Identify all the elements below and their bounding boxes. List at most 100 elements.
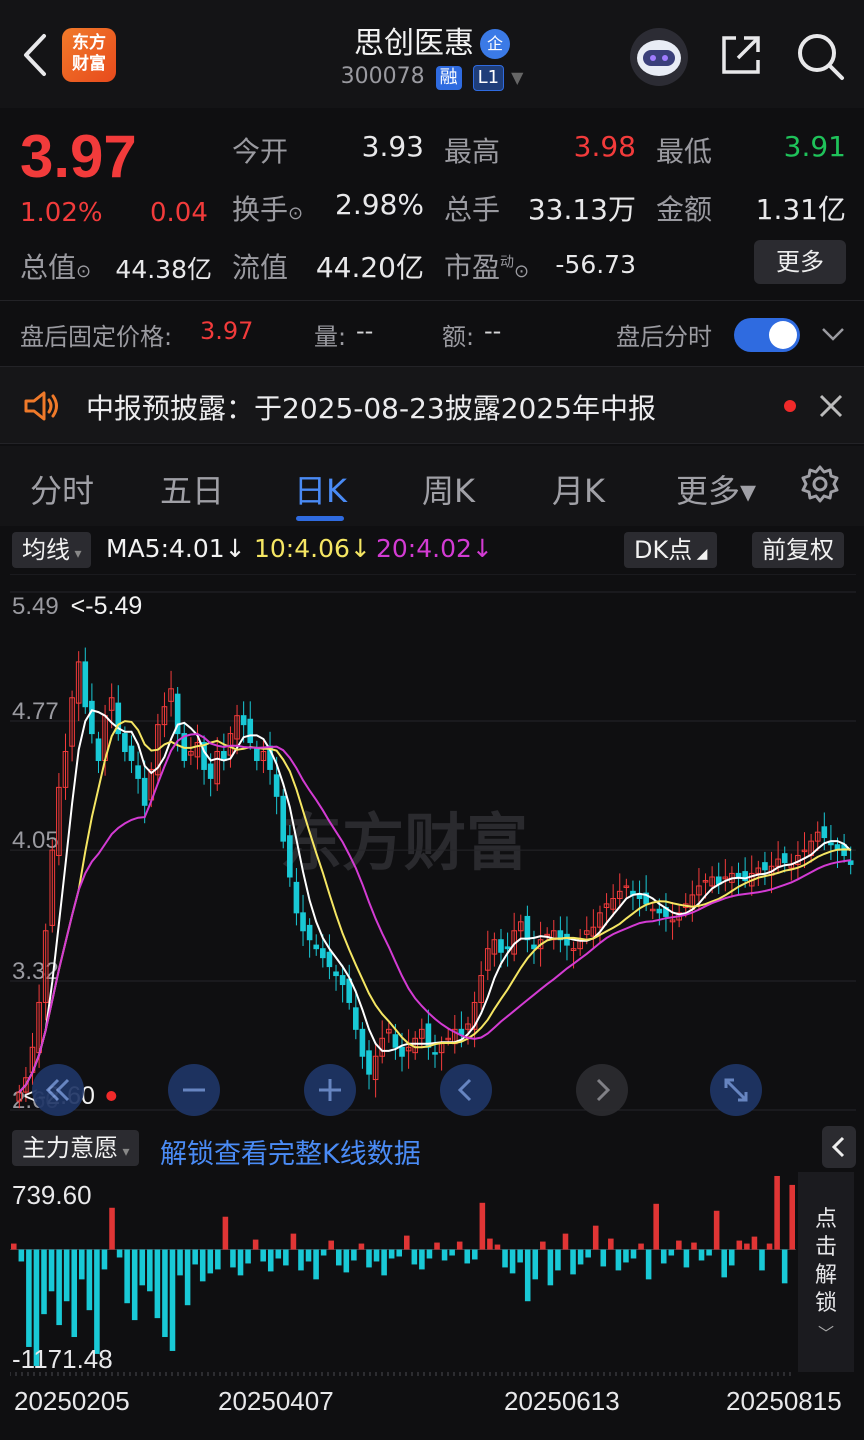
zoom-in-icon[interactable] xyxy=(304,1064,356,1116)
candle-body xyxy=(300,912,306,932)
flow-bar xyxy=(517,1249,523,1263)
flow-bar xyxy=(540,1241,546,1250)
flow-bar xyxy=(230,1249,236,1268)
flow-bar xyxy=(713,1210,720,1250)
tab-monthly-k[interactable]: 月K xyxy=(552,466,605,512)
flow-bar xyxy=(404,1235,410,1250)
candle-body xyxy=(366,1050,372,1075)
high-annotation: <-5.49 xyxy=(71,592,143,620)
fullscreen-icon[interactable] xyxy=(710,1064,762,1116)
gear-icon[interactable] xyxy=(800,464,840,504)
flow-bar xyxy=(766,1243,773,1250)
flow-bar xyxy=(532,1249,539,1280)
flow-bar xyxy=(487,1238,493,1250)
candle-body xyxy=(141,777,148,806)
date-axis: 20250205 20250407 20250613 20250815 xyxy=(0,1378,864,1438)
flow-bar xyxy=(411,1249,418,1265)
candle-body xyxy=(326,951,333,968)
rewind-icon[interactable] xyxy=(32,1064,84,1116)
indicator-type-select[interactable]: 均线 ▾ xyxy=(12,532,92,568)
flow-bar xyxy=(623,1249,629,1263)
share-icon[interactable] xyxy=(716,30,766,80)
volume-value: 33.13万 xyxy=(527,193,636,226)
mktcap-value: 44.38亿 xyxy=(115,255,212,284)
prev-icon[interactable] xyxy=(440,1064,492,1116)
adjust-button[interactable]: 前复权 xyxy=(752,532,844,568)
flow-bar xyxy=(343,1249,350,1273)
close-icon[interactable] xyxy=(818,393,844,419)
candle-body xyxy=(735,872,742,878)
flow-bar xyxy=(449,1249,455,1256)
flow-bar xyxy=(381,1249,387,1276)
tab-more[interactable]: 更多▾ xyxy=(676,466,756,512)
chevron-down-icon[interactable]: ▼ xyxy=(511,68,523,87)
candle-body xyxy=(847,860,854,865)
flow-bar xyxy=(305,1249,312,1262)
tab-five-day[interactable]: 五日 xyxy=(160,466,224,512)
tab-intraday[interactable]: 分时 xyxy=(30,466,94,512)
enterprise-badge: 企 xyxy=(480,29,510,59)
ma10-value: 10:4.06↓ xyxy=(254,534,371,563)
date-label: 20250407 xyxy=(218,1386,334,1416)
candle-body xyxy=(333,971,339,977)
sub-indicator-bar: 主力意愿 ▾ 解锁查看完整K线数据 xyxy=(0,1126,864,1172)
turnover-value: 2.98% xyxy=(335,188,424,221)
collapse-button[interactable] xyxy=(822,1126,856,1168)
sub-indicator-select[interactable]: 主力意愿 ▾ xyxy=(12,1130,140,1166)
candle-body xyxy=(313,944,320,950)
flow-bar xyxy=(48,1249,55,1292)
more-button[interactable]: 更多 xyxy=(754,240,846,284)
change-percent: 1.02% xyxy=(20,198,103,228)
pe-label: 市盈动⊙ xyxy=(444,251,530,284)
flow-bar xyxy=(615,1249,622,1271)
chevron-down-icon: ﹀ xyxy=(817,1324,834,1343)
click-unlock-panel[interactable]: 点击解锁 ﹀ xyxy=(798,1172,854,1372)
flow-bar xyxy=(207,1249,214,1274)
candle-body xyxy=(399,1046,405,1057)
flow-bar xyxy=(419,1249,425,1270)
notice-bar[interactable]: 中报预披露：于2025-08-23披露2025年中报 xyxy=(0,366,864,444)
flow-bar xyxy=(351,1249,357,1261)
amount-value: 1.31亿 xyxy=(755,193,846,226)
flow-bar xyxy=(562,1233,569,1250)
flow-bar xyxy=(456,1241,463,1250)
watermark: 东方财富 xyxy=(280,806,528,879)
ma5-value: MA5:4.01↓ xyxy=(106,534,246,563)
assistant-robot-icon[interactable] xyxy=(630,28,688,86)
zoom-out-icon[interactable] xyxy=(168,1064,220,1116)
flow-bar xyxy=(472,1249,478,1260)
flow-bar xyxy=(721,1249,727,1278)
flow-bar xyxy=(101,1249,108,1270)
flow-bar xyxy=(222,1216,229,1250)
tab-weekly-k[interactable]: 周K xyxy=(422,466,475,512)
y-tick-label: 5.49 xyxy=(12,593,59,620)
flow-bar xyxy=(630,1249,637,1259)
search-icon[interactable] xyxy=(794,30,846,82)
candle-body xyxy=(95,738,102,761)
unlock-link[interactable]: 解锁查看完整K线数据 xyxy=(160,1132,421,1171)
flow-bar xyxy=(366,1249,372,1268)
amount-label: 金额 xyxy=(656,193,713,226)
flow-bar xyxy=(169,1249,176,1351)
candle-body xyxy=(821,826,828,839)
y-min-label: -1171.48 xyxy=(12,1344,113,1374)
flow-bar xyxy=(441,1249,448,1261)
flow-bar xyxy=(736,1240,743,1250)
after-hours-toggle[interactable] xyxy=(734,318,800,352)
next-icon[interactable] xyxy=(576,1064,628,1116)
flow-bar xyxy=(215,1249,221,1270)
date-label: 20250815 xyxy=(726,1386,842,1416)
dk-point-button[interactable]: DK点 ◢ xyxy=(624,532,718,568)
chevron-down-icon[interactable] xyxy=(820,325,846,343)
level-tag: L1 xyxy=(472,65,505,91)
candle-body xyxy=(135,765,141,779)
flow-bar xyxy=(751,1236,758,1250)
flow-bar xyxy=(396,1249,402,1257)
k-line-chart[interactable]: 东方财富 5.494.774.053.322.60<-5.49<-2.60 xyxy=(10,574,856,1124)
tab-daily-k[interactable]: 日K xyxy=(294,466,347,512)
flow-bar xyxy=(267,1249,274,1272)
flow-bar xyxy=(524,1249,531,1302)
flow-bar xyxy=(328,1240,334,1250)
speaker-icon xyxy=(24,391,58,421)
after-amt-value: -- xyxy=(484,317,502,345)
